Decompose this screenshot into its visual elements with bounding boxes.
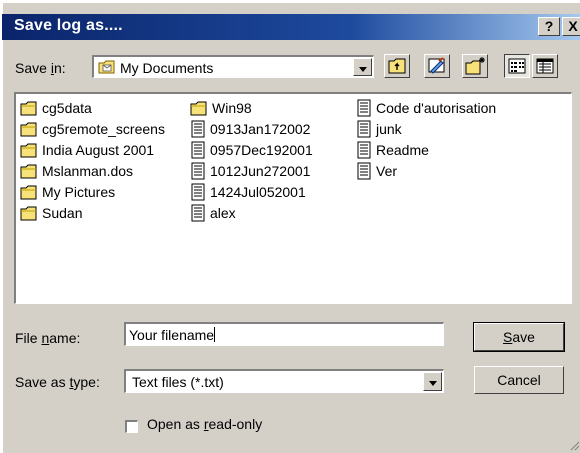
file-name-label: File name: [15,330,81,346]
save-as-type-value: Text files (*.txt) [132,374,224,390]
list-view-icon [508,58,526,74]
folder-item[interactable]: India August 2001 [20,140,154,160]
read-only-checkbox[interactable] [125,420,138,433]
cancel-button[interactable]: Cancel [474,366,564,394]
item-label: Win98 [212,100,252,116]
file-item[interactable]: alex [190,203,236,223]
new-folder-button[interactable] [462,54,488,78]
text-file-icon [357,141,371,159]
item-label: Sudan [42,205,83,221]
help-button[interactable]: ? [538,17,560,36]
text-caret [214,327,216,342]
item-label: junk [376,121,402,137]
save-in-label: Save in: [15,60,66,76]
save-button[interactable]: Save [473,322,565,352]
folder-item[interactable]: My Pictures [20,182,115,202]
item-label: cg5remote_screens [42,121,165,137]
save-as-type-combo[interactable]: Text files (*.txt) [124,369,444,393]
text-file-icon [191,162,205,180]
folder-icon [20,122,37,136]
text-file-icon [357,162,371,180]
folder-icon [20,206,37,220]
save-in-dropdown-button[interactable] [353,58,372,76]
file-name-input[interactable]: Your filename [124,322,444,346]
file-item[interactable]: 0957Dec192001 [190,140,313,160]
file-item[interactable]: 1012Jun272001 [190,161,310,181]
details-view-icon [536,58,554,74]
new-folder-icon [465,57,485,75]
close-button[interactable]: X [562,17,580,36]
file-item[interactable]: junk [356,119,402,139]
item-label: alex [210,205,236,221]
title-bar[interactable]: Save log as.... ? X [2,14,580,40]
folder-icon [20,143,37,157]
file-item[interactable]: Ver [356,161,397,181]
save-button-mnemonic: S [503,329,513,345]
folder-item[interactable]: cg5remote_screens [20,119,165,139]
file-item[interactable]: 1424Jul052001 [190,182,306,202]
file-item[interactable]: Code d'autorisation [356,98,496,118]
details-view-button[interactable] [532,54,558,78]
file-name-value: Your filename [129,327,215,343]
save-in-value: My Documents [120,60,214,76]
folder-item[interactable]: cg5data [20,98,92,118]
file-item[interactable]: Readme [356,140,429,160]
save-as-type-label: Save as type: [15,374,100,390]
save-as-type-dropdown-button[interactable] [423,372,442,391]
file-item[interactable]: 0913Jan172002 [190,119,310,139]
save-button-label: ave [512,329,535,345]
folder-item[interactable]: Sudan [20,203,82,223]
text-file-icon [191,204,205,222]
folder-item[interactable]: Win98 [190,98,252,118]
folder-documents-icon [98,59,116,78]
folder-icon [20,164,37,178]
text-file-icon [191,120,205,138]
folder-icon [190,101,207,115]
desktop-icon [428,57,445,74]
item-label: My Pictures [42,184,116,200]
desktop-button[interactable] [424,54,450,78]
folder-item[interactable]: Mslanman.dos [20,161,133,181]
folder-icon [20,101,37,115]
item-label: 1424Jul052001 [210,184,306,200]
item-label: 1012Jun272001 [210,163,311,179]
item-label: Mslanman.dos [42,163,134,179]
item-label: India August 2001 [42,142,155,158]
item-label: 0913Jan172002 [210,121,311,137]
item-label: Ver [376,163,398,179]
list-view-button[interactable] [504,54,530,78]
item-label: Readme [376,142,429,158]
folder-icon [20,185,37,199]
up-folder-icon [388,58,406,74]
text-file-icon [191,141,205,159]
up-one-level-button[interactable] [384,54,410,78]
text-file-icon [357,99,371,117]
item-label: 0957Dec192001 [210,142,313,158]
read-only-label[interactable]: Open as read-only [147,416,262,432]
text-file-icon [191,183,205,201]
file-list[interactable]: cg5data cg5remote_screens India August 200… [14,92,572,304]
text-file-icon [357,120,371,138]
save-in-combo[interactable]: My Documents [92,55,374,78]
item-label: Code d'autorisation [376,100,497,116]
item-label: cg5data [42,100,92,116]
resize-grip-icon[interactable] [568,439,580,451]
window-title: Save log as.... [14,17,123,34]
